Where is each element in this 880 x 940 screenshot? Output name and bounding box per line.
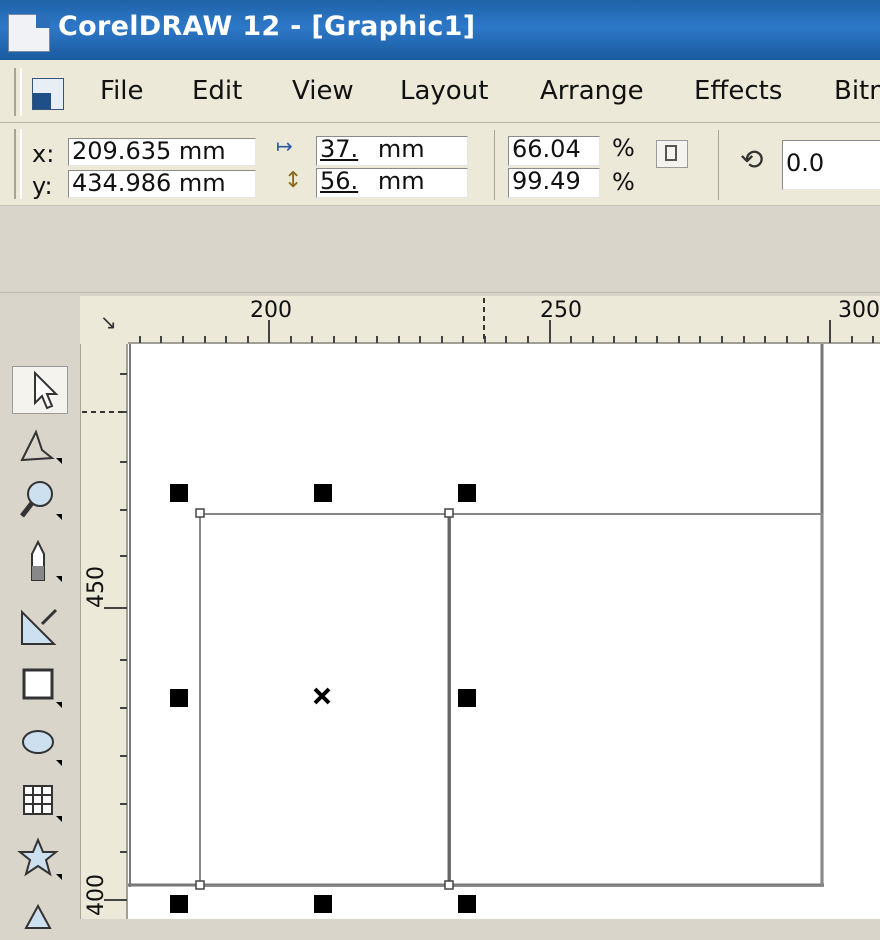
graph-paper-tool-icon[interactable]: [12, 778, 68, 826]
menu-arrange[interactable]: Arrange: [540, 76, 644, 106]
node-handle[interactable]: [444, 880, 454, 890]
width-unit: mm: [377, 136, 425, 163]
toolbox: [0, 344, 81, 929]
freehand-tool-icon[interactable]: [12, 538, 68, 586]
selection-handle-top[interactable]: [314, 484, 332, 502]
node-handle[interactable]: [195, 508, 205, 518]
menubar-grip[interactable]: [14, 68, 22, 116]
y-position-field[interactable]: 434.986 mm: [68, 170, 256, 198]
y-position-label: y:: [32, 172, 53, 200]
basic-shapes-tool-icon[interactable]: [12, 888, 68, 936]
window-title: CorelDRAW 12 - [Graphic1]: [58, 11, 476, 42]
star-shape-tool-icon[interactable]: [12, 836, 68, 884]
menu-layout[interactable]: Layout: [400, 76, 488, 106]
menu-view[interactable]: View: [292, 76, 354, 106]
horizontal-ruler[interactable]: [128, 296, 880, 344]
lock-icon: [665, 145, 677, 161]
height-icon: ↕: [284, 168, 303, 193]
ruler-label-450: 450: [84, 566, 109, 608]
title-bar: CorelDRAW 12 - [Graphic1]: [0, 0, 880, 60]
center-of-rotation-marker[interactable]: [313, 687, 331, 705]
scale-x-field[interactable]: 66.04: [508, 136, 600, 166]
rectangle-tool-icon[interactable]: [12, 664, 68, 712]
height-unit: mm: [377, 168, 425, 195]
node-handle[interactable]: [195, 880, 205, 890]
toolbar-separator: [494, 130, 495, 200]
adjacent-rectangle[interactable]: [449, 513, 823, 887]
horizontal-ruler-ticks: [128, 298, 880, 344]
coreldraw-app-icon[interactable]: [8, 14, 50, 52]
rotate-icon: ⟲: [740, 143, 764, 176]
vertical-ruler[interactable]: [80, 344, 128, 919]
toolbar-separator: [718, 130, 719, 200]
menu-file[interactable]: File: [100, 76, 144, 106]
width-value: 37.: [320, 136, 359, 163]
ellipse-tool-icon[interactable]: [12, 722, 68, 770]
scale-y-field[interactable]: 99.49: [508, 168, 600, 198]
drawing-area: [128, 344, 824, 913]
selection-handle-right[interactable]: [458, 689, 476, 707]
rotation-angle-field[interactable]: 0.0: [782, 140, 880, 190]
selection-handle-bottom-right[interactable]: [458, 895, 476, 913]
selection-handle-top-right[interactable]: [458, 484, 476, 502]
selection-handle-left[interactable]: [170, 689, 188, 707]
standard-toolbar-area: [0, 206, 880, 293]
height-value: 56.: [320, 168, 359, 195]
x-position-field[interactable]: 209.635 mm: [68, 138, 256, 166]
vertical-ruler-ticks: [82, 344, 128, 919]
node-handle[interactable]: [444, 508, 454, 518]
ruler-label-400: 400: [84, 874, 109, 916]
document-icon[interactable]: [32, 78, 64, 110]
drawing-canvas[interactable]: [128, 344, 880, 919]
width-icon: ↦: [276, 134, 293, 158]
lock-ratio-button[interactable]: [656, 140, 688, 168]
scale-y-percent: %: [612, 168, 635, 196]
selection-handle-bottom-left[interactable]: [170, 895, 188, 913]
ruler-label-200: 200: [250, 298, 292, 323]
menu-bar: File Edit View Layout Arrange Effects Bi…: [0, 60, 880, 123]
menu-bitmaps[interactable]: Bitm: [834, 76, 880, 106]
selection-handle-top-left[interactable]: [170, 484, 188, 502]
zoom-tool-icon[interactable]: [12, 476, 68, 524]
x-position-label: x:: [32, 140, 55, 168]
scale-x-percent: %: [612, 134, 635, 162]
menu-effects[interactable]: Effects: [694, 76, 782, 106]
shape-tool-icon[interactable]: [12, 420, 68, 468]
ruler-label-300: 300: [838, 298, 880, 323]
smart-fill-tool-icon[interactable]: [12, 602, 68, 650]
object-height-field[interactable]: 56. mm: [316, 168, 468, 198]
menu-edit[interactable]: Edit: [192, 76, 242, 106]
ruler-origin-icon: ↘: [100, 310, 117, 334]
object-width-field[interactable]: 37. mm: [316, 136, 468, 166]
ruler-label-250: 250: [540, 298, 582, 323]
propbar-grip[interactable]: [14, 129, 22, 199]
pick-tool-icon[interactable]: [12, 366, 68, 414]
selection-handle-bottom[interactable]: [314, 895, 332, 913]
